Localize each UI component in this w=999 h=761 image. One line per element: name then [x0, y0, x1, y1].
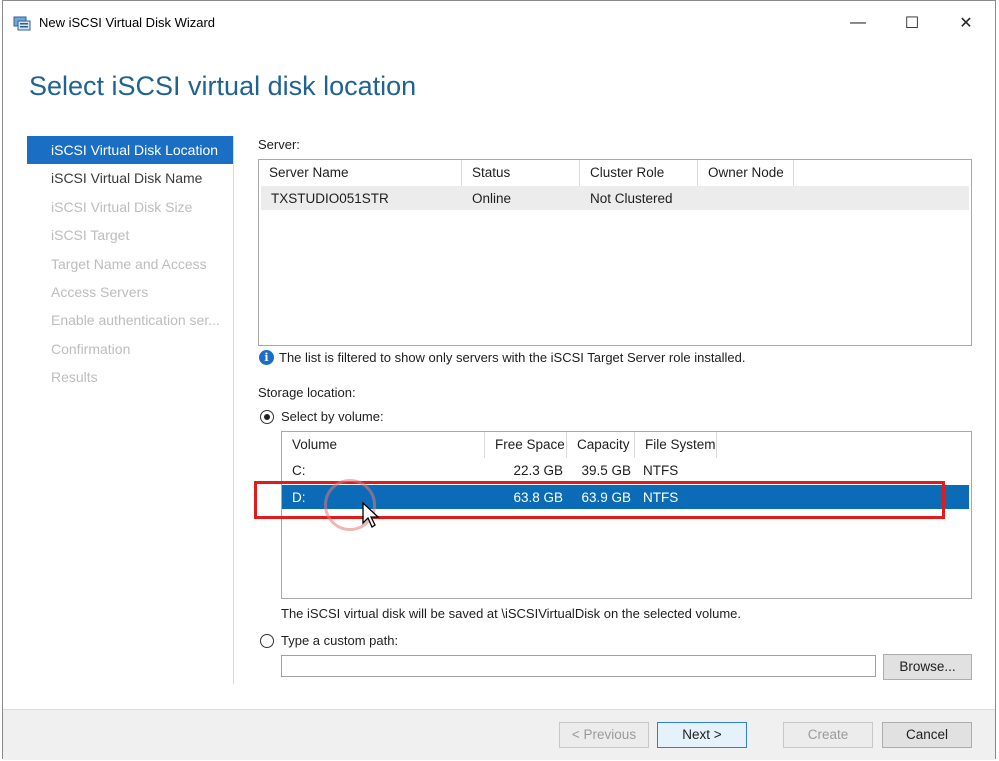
custom-path-radio[interactable]	[260, 634, 274, 648]
page-title: Select iSCSI virtual disk location	[29, 71, 417, 101]
cancel-button[interactable]: Cancel	[882, 722, 972, 748]
server-cluster-role-cell: Not Clustered	[590, 190, 673, 206]
minimize-button[interactable]: —	[835, 1, 881, 45]
maximize-icon: ☐	[904, 15, 920, 32]
close-icon: ✕	[959, 15, 973, 32]
column-header-owner-node[interactable]: Owner Node	[698, 160, 794, 186]
previous-button[interactable]: < Previous	[559, 722, 649, 748]
window-title: New iSCSI Virtual Disk Wizard	[39, 15, 216, 30]
nav-item-target: iSCSI Target	[51, 227, 130, 244]
nav-item-disk-location[interactable]: iSCSI Virtual Disk Location	[27, 136, 233, 165]
volume-name-cell: C:	[292, 462, 306, 478]
mouse-pointer-icon	[361, 501, 381, 532]
nav-item-target-name-access: Target Name and Access	[51, 255, 207, 272]
maximize-button[interactable]: ☐	[889, 1, 935, 45]
server-name-cell: TXSTUDIO051STR	[271, 190, 389, 206]
column-header-status[interactable]: Status	[462, 160, 580, 186]
create-button[interactable]: Create	[783, 722, 873, 748]
browse-button[interactable]: Browse...	[883, 654, 972, 680]
select-by-volume-label[interactable]: Select by volume:	[281, 409, 384, 424]
server-label: Server:	[258, 137, 300, 152]
server-row[interactable]: TXSTUDIO051STR Online Not Clustered	[261, 186, 969, 210]
server-list-header: Server Name Status Cluster Role Owner No…	[259, 160, 971, 186]
nav-item-access-servers: Access Servers	[51, 283, 149, 300]
minimize-icon: —	[850, 14, 866, 31]
volume-file-system-cell: NTFS	[643, 462, 679, 478]
server-manager-icon	[13, 15, 31, 31]
nav-item-disk-name[interactable]: iSCSI Virtual Disk Name	[27, 164, 233, 192]
nav-divider	[233, 136, 234, 684]
custom-path-label[interactable]: Type a custom path:	[281, 633, 398, 648]
close-button[interactable]: ✕	[943, 1, 989, 45]
column-header-free-space[interactable]: Free Space	[485, 432, 567, 458]
nav-item-results: Results	[51, 369, 98, 386]
column-header-capacity[interactable]: Capacity	[567, 432, 635, 458]
nav-item-authentication: Enable authentication ser...	[51, 312, 220, 329]
volume-capacity-cell: 39.5 GB	[581, 462, 631, 478]
server-filter-info-text: The list is filtered to show only server…	[279, 350, 746, 365]
column-header-file-system[interactable]: File System	[635, 432, 717, 458]
server-status-cell: Online	[472, 190, 512, 206]
volume-list-header: Volume Free Space Capacity File System	[282, 432, 971, 458]
custom-path-input[interactable]	[281, 655, 876, 677]
storage-location-label: Storage location:	[258, 385, 356, 400]
column-header-cluster-role[interactable]: Cluster Role	[580, 160, 698, 186]
nav-item-confirmation: Confirmation	[51, 340, 131, 357]
column-header-volume[interactable]: Volume	[282, 432, 485, 458]
server-filter-info: i The list is filtered to show only serv…	[259, 350, 746, 365]
save-location-note: The iSCSI virtual disk will be saved at …	[281, 606, 742, 621]
next-button[interactable]: Next >	[657, 722, 747, 748]
title-bar: New iSCSI Virtual Disk Wizard — ☐ ✕	[3, 1, 995, 45]
nav-item-disk-size: iSCSI Virtual Disk Size	[51, 198, 193, 215]
wizard-nav: iSCSI Virtual Disk Location iSCSI Virtua…	[27, 136, 233, 392]
wizard-footer: < Previous Next > Create Cancel	[3, 709, 995, 760]
column-header-server-name[interactable]: Server Name	[259, 160, 462, 186]
info-icon: i	[259, 350, 274, 365]
volume-free-space-cell: 22.3 GB	[513, 462, 563, 478]
wizard-window: New iSCSI Virtual Disk Wizard — ☐ ✕ Sele…	[2, 0, 996, 760]
server-list[interactable]: Server Name Status Cluster Role Owner No…	[258, 159, 972, 346]
volume-row-c[interactable]: C: 22.3 GB 39.5 GB NTFS	[282, 458, 971, 482]
select-by-volume-radio[interactable]	[260, 410, 274, 424]
